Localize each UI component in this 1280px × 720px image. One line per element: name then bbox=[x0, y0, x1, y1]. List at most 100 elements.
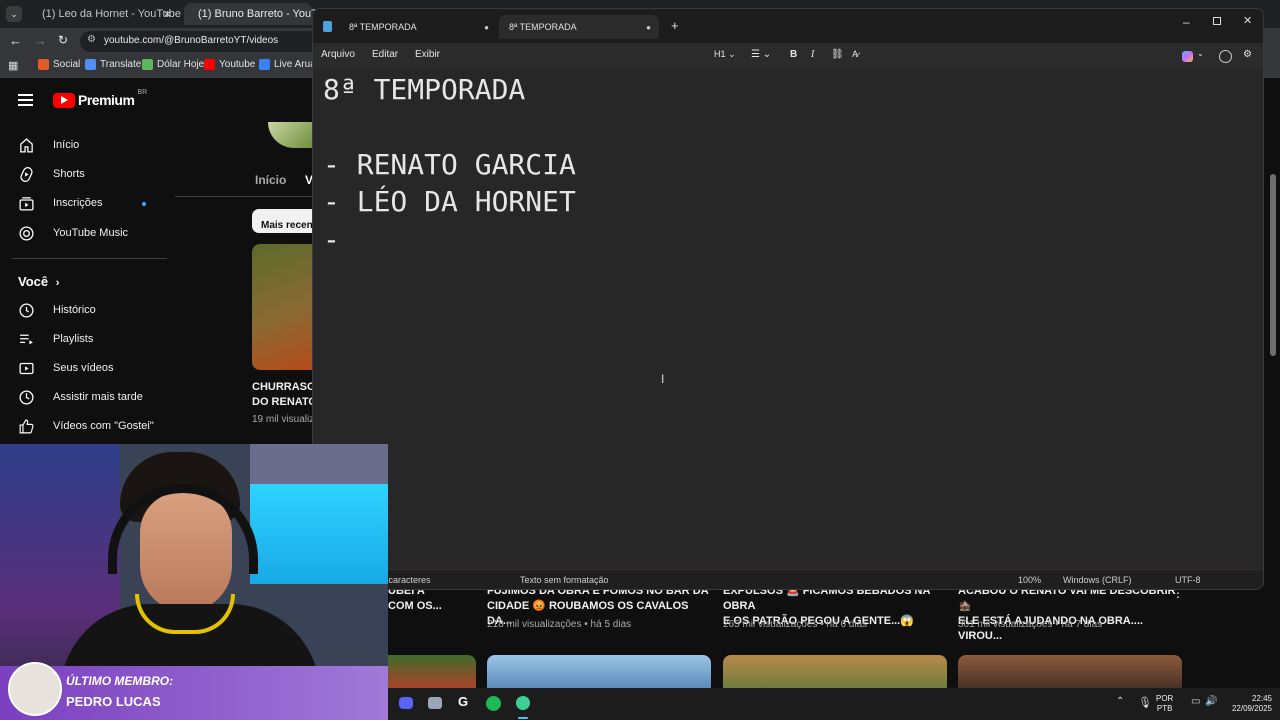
spotify-icon[interactable] bbox=[486, 696, 501, 711]
youtube-logo[interactable]: Premium BR bbox=[53, 89, 147, 108]
sidebar-item-music[interactable]: YouTube Music bbox=[18, 223, 128, 243]
video-thumbnail[interactable] bbox=[252, 244, 316, 370]
heading-dropdown-value: H1 bbox=[714, 49, 726, 59]
member-name: PEDRO LUCAS bbox=[66, 694, 161, 709]
video-title-line: COM OS... bbox=[388, 600, 442, 612]
sidebar-item-label: Histórico bbox=[53, 304, 96, 316]
microphone-icon[interactable]: 🎙 bbox=[1138, 696, 1152, 709]
network-icon[interactable]: ▭ bbox=[1191, 696, 1200, 707]
address-bar[interactable]: ⚙ youtube.com/@BrunoBarretoYT/videos bbox=[80, 31, 320, 52]
bookmark-label: Social bbox=[53, 59, 81, 70]
back-icon[interactable]: ← bbox=[9, 33, 22, 48]
list-dropdown-icon[interactable]: ☰ ⌄ bbox=[751, 49, 771, 60]
subscriptions-icon bbox=[19, 196, 34, 211]
italic-icon[interactable]: I bbox=[811, 49, 814, 60]
g-app-icon[interactable]: G bbox=[458, 694, 468, 709]
tab-search-button[interactable]: ⌄ bbox=[6, 6, 22, 22]
bookmark-item[interactable]: Dólar Hoje bbox=[142, 59, 204, 70]
video-title-line: CHURRASCO bbox=[252, 381, 316, 393]
link-icon[interactable]: ⛓ bbox=[831, 49, 844, 60]
video-title[interactable]: ACABOU O RENATO VAI ME DESCOBRIR 🏚️ ELE … bbox=[958, 584, 1183, 644]
close-tab-icon[interactable]: ✕ bbox=[163, 8, 172, 21]
menu-file[interactable]: Arquivo bbox=[321, 49, 355, 60]
volume-icon[interactable]: 🔊 bbox=[1205, 696, 1217, 707]
notepad-tab-active[interactable]: 8ª TEMPORADA ● bbox=[499, 15, 659, 39]
sidebar-item-playlists[interactable]: Playlists bbox=[18, 329, 93, 349]
reload-icon[interactable]: ↻ bbox=[58, 33, 68, 47]
bookmark-icon bbox=[142, 59, 153, 70]
channel-tab-home[interactable]: Início bbox=[255, 173, 286, 187]
clear-formatting-icon[interactable]: A̷ bbox=[852, 49, 858, 59]
account-icon[interactable] bbox=[1219, 50, 1232, 63]
notepad-menubar: Arquivo Editar Exibir H1 ⌄ ☰ ⌄ B I ⛓ A̷ … bbox=[313, 43, 1263, 69]
webcam-background-light bbox=[250, 484, 388, 584]
bold-icon[interactable]: B bbox=[790, 49, 797, 60]
menu-icon[interactable] bbox=[18, 94, 33, 106]
bookmark-item[interactable]: Translate bbox=[85, 59, 141, 70]
webcam-background-wall bbox=[250, 444, 388, 484]
copilot-icon[interactable] bbox=[1182, 51, 1193, 62]
language-indicator[interactable]: POR PTB bbox=[1156, 694, 1173, 714]
home-icon bbox=[20, 137, 33, 153]
sidebar-item-history[interactable]: Histórico bbox=[18, 300, 96, 320]
minimize-icon[interactable]: – bbox=[1183, 15, 1190, 29]
filter-chip-recent[interactable]: Mais recen bbox=[252, 209, 316, 233]
unsaved-dot-icon: ● bbox=[646, 22, 651, 32]
video-title[interactable]: CHURRASCO DO RENATO I bbox=[252, 380, 316, 410]
forward-icon[interactable]: → bbox=[34, 33, 47, 48]
sidebar-item-home[interactable]: Início bbox=[18, 135, 79, 155]
clock[interactable]: 22:45 22/09/2025 bbox=[1224, 694, 1272, 714]
shorts-icon bbox=[20, 166, 33, 182]
camera-app-icon[interactable] bbox=[428, 697, 442, 709]
sidebar-item-label: YouTube Music bbox=[53, 227, 129, 239]
sidebar-item-label: Seus vídeos bbox=[53, 362, 114, 374]
page-scrollbar[interactable] bbox=[1270, 174, 1276, 356]
site-info-icon[interactable]: ⚙ bbox=[87, 34, 96, 45]
browser-tab-active[interactable]: (1) Bruno Barreto - YouTube bbox=[184, 3, 336, 25]
bookmark-item[interactable]: Social bbox=[38, 59, 80, 70]
youtube-play-icon bbox=[53, 92, 75, 108]
clock-time: 22:45 bbox=[1251, 694, 1272, 703]
video-meta: 19 mil visualiza bbox=[252, 414, 314, 425]
music-icon bbox=[19, 225, 34, 241]
notepad-tab[interactable]: 8ª TEMPORADA ● bbox=[339, 15, 497, 39]
windows-taskbar: G ⌃ 🎙 POR PTB ▭ 🔊 22:45 22/09/2025 bbox=[388, 688, 1280, 720]
bookmark-label: Dólar Hoje bbox=[157, 59, 205, 70]
status-zoom[interactable]: 100% bbox=[1018, 575, 1041, 585]
heading-dropdown[interactable]: H1 ⌄ bbox=[714, 49, 736, 60]
channel-tabs-divider bbox=[175, 196, 315, 197]
notepad-window: 8ª TEMPORADA ● 8ª TEMPORADA ● + – ✕ Arqu… bbox=[312, 8, 1264, 590]
playlists-icon bbox=[20, 334, 33, 344]
tray-chevron-icon[interactable]: ⌃ bbox=[1116, 696, 1124, 707]
bookmark-label: Translate bbox=[100, 59, 142, 70]
settings-icon[interactable]: ⚙ bbox=[1243, 49, 1252, 60]
streaming-app-icon[interactable] bbox=[516, 696, 530, 710]
menu-edit[interactable]: Editar bbox=[372, 49, 398, 60]
status-char-count: 9 caracteres bbox=[381, 575, 431, 585]
maximize-icon[interactable] bbox=[1213, 17, 1221, 25]
channel-banner bbox=[268, 122, 312, 148]
bookmark-item[interactable]: Youtube bbox=[204, 59, 255, 70]
status-line-ending[interactable]: Windows (CRLF) bbox=[1063, 575, 1132, 585]
sidebar-item-label: Início bbox=[53, 139, 80, 151]
bookmark-icon bbox=[259, 59, 270, 70]
sidebar-item-your-videos[interactable]: Seus vídeos bbox=[18, 358, 114, 378]
new-content-dot bbox=[142, 202, 146, 206]
sidebar-item-liked-videos[interactable]: Vídeos com "Gostei" bbox=[18, 416, 154, 436]
sidebar-item-shorts[interactable]: Shorts bbox=[18, 164, 85, 184]
discord-icon[interactable] bbox=[399, 697, 413, 709]
new-tab-icon[interactable]: + bbox=[671, 18, 679, 33]
menu-view[interactable]: Exibir bbox=[415, 49, 440, 60]
browser-tab[interactable]: (1) Leo da Hornet - YouTube ✕ bbox=[28, 3, 181, 25]
status-encoding[interactable]: UTF-8 bbox=[1175, 575, 1201, 585]
sidebar-item-label: Vídeos com "Gostei" bbox=[53, 420, 154, 432]
you-section-header[interactable]: Você › bbox=[18, 274, 59, 289]
apps-icon[interactable]: ▦ bbox=[8, 59, 18, 72]
sidebar-item-label: Playlists bbox=[53, 333, 94, 345]
sidebar-item-subscriptions[interactable]: Inscrições bbox=[18, 193, 103, 213]
member-label: ÚLTIMO MEMBRO: bbox=[66, 674, 174, 688]
copilot-chevron-icon[interactable]: ⌄ bbox=[1197, 49, 1204, 58]
close-icon[interactable]: ✕ bbox=[1243, 14, 1252, 27]
sidebar-item-watch-later[interactable]: Assistir mais tarde bbox=[18, 387, 143, 407]
notepad-editor[interactable]: 8ª TEMPORADA - RENATO GARCIA - LÉO DA HO… bbox=[313, 69, 1263, 569]
